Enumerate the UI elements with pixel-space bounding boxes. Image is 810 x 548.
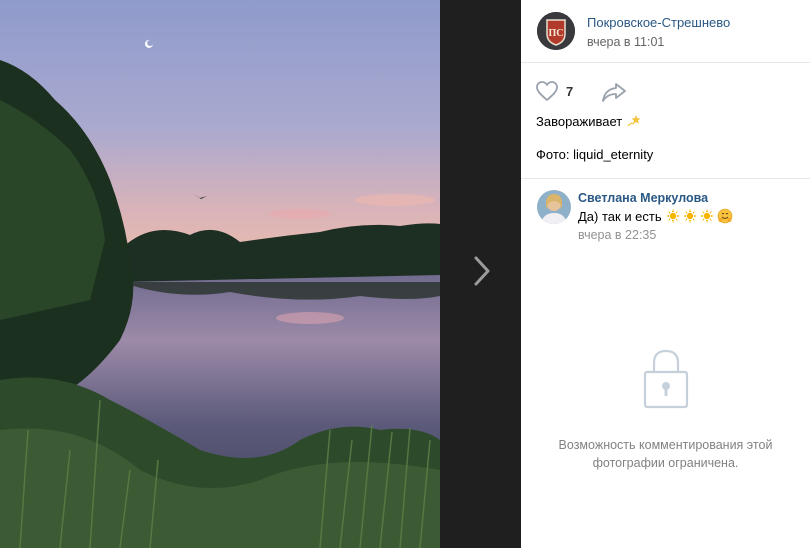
sun-emoji-icon: [682, 209, 697, 223]
dizzy-star-emoji-icon: [627, 115, 641, 127]
comment-text: Да) так и есть: [578, 208, 733, 224]
post-time: вчера в 11:01: [587, 35, 665, 49]
share-arrow-icon: [602, 83, 626, 102]
restriction-line-1: Возможность комментирования этой: [558, 438, 773, 452]
photo[interactable]: [0, 0, 440, 548]
description-text: Завораживает: [536, 113, 623, 129]
sun-emoji-icon: [699, 209, 714, 223]
restriction-message: Возможность комментирования этой фотогра…: [521, 436, 810, 472]
lock-icon: [643, 349, 688, 409]
restriction-line-2: фотографии ограничена.: [592, 456, 739, 470]
chevron-right-icon: [474, 256, 490, 286]
logo-text: ПС: [549, 28, 564, 39]
photo-description: Завораживает: [536, 113, 642, 129]
like-button[interactable]: 7: [535, 80, 573, 102]
next-photo-button[interactable]: [466, 250, 498, 292]
author-avatar[interactable]: ПС: [537, 12, 575, 50]
photo-credit: Фото: liquid_eternity: [536, 147, 654, 162]
share-button[interactable]: [601, 81, 627, 106]
photo-viewer: [0, 0, 521, 548]
author-header: ПС Покровское-Стрешнево вчера в 11:01: [521, 0, 810, 63]
sunset-lake-image: [0, 0, 440, 548]
user-photo-icon: [537, 190, 571, 224]
hugging-face-emoji-icon: [717, 208, 732, 224]
like-count: 7: [566, 83, 574, 99]
park-logo-icon: ПС: [537, 12, 575, 50]
commenter-name-link[interactable]: Светлана Меркулова: [578, 191, 708, 205]
commenter-avatar[interactable]: [537, 190, 571, 224]
divider: [521, 178, 810, 179]
photo-sidebar: ПС Покровское-Стрешнево вчера в 11:01 7 …: [521, 0, 810, 548]
heart-icon: [536, 81, 558, 101]
comments-restricted-notice: Возможность комментирования этой фотогра…: [521, 348, 810, 472]
author-name-link[interactable]: Покровское-Стрешнево: [587, 15, 730, 30]
sun-emoji-icon: [665, 209, 680, 223]
comment-time-link[interactable]: вчера в 22:35: [578, 228, 656, 242]
comment-body: Да) так и есть: [578, 208, 662, 224]
